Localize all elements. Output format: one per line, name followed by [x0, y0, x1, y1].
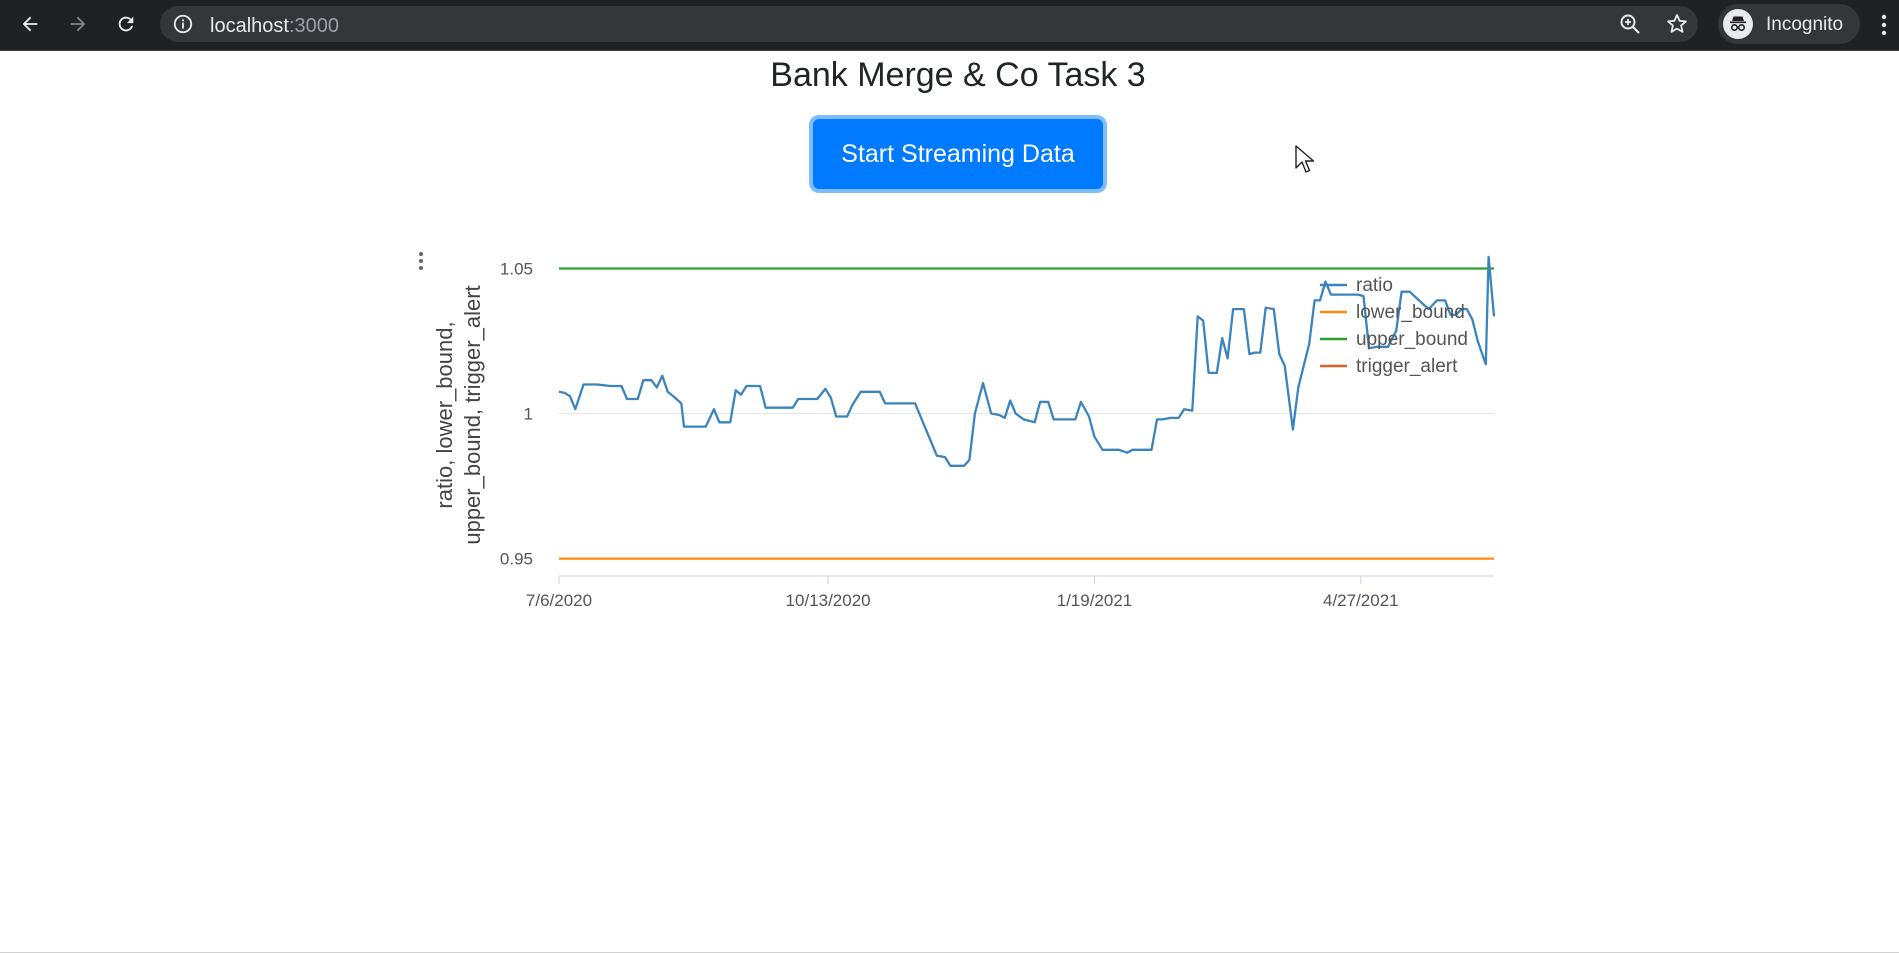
series-line-ratio	[558, 255, 1496, 467]
ratio-line-chart: 0.95 1 1.05 7/6/2020 10/13/2020 1/19/2021 4/27…	[419, 252, 1496, 610]
legend-label-ratio[interactable]: ratio	[1356, 275, 1393, 296]
y-axis-title: upper_bound, trigger_alert	[460, 285, 485, 544]
x-tick-label: 4/27/2021	[1323, 591, 1399, 610]
mouse-pointer-icon	[1295, 145, 1315, 173]
y-tick-label: 1.05	[500, 260, 533, 279]
legend-label-lower_bound[interactable]: lower_bound	[1356, 302, 1465, 323]
y-tick-label: 0.95	[500, 550, 533, 569]
x-tick-label: 1/19/2021	[1057, 591, 1133, 610]
y-axis-title: ratio, lower_bound,	[432, 321, 457, 508]
y-tick-label: 1	[524, 405, 533, 424]
x-tick-label: 10/13/2020	[786, 591, 871, 610]
chart-menu-icon[interactable]	[419, 252, 423, 270]
x-tick-label: 7/6/2020	[526, 591, 592, 610]
legend-label-trigger_alert[interactable]: trigger_alert	[1356, 356, 1458, 377]
legend-label-upper_bound[interactable]: upper_bound	[1356, 329, 1468, 350]
